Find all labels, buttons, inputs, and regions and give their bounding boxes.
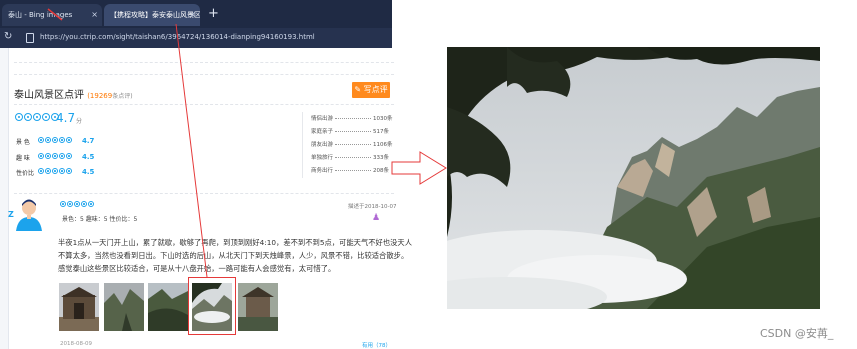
- review-photo-thumbnail[interactable]: [238, 283, 278, 331]
- lock-icon[interactable]: [26, 33, 34, 43]
- rating-bubble-icon: [45, 168, 51, 174]
- rating-bubble-icon: [38, 153, 44, 159]
- rating-bubble-icon: [38, 137, 44, 143]
- rating-bubble-icon: [88, 201, 94, 207]
- review-section-title: 泰山风景区点评 (19269条点评): [14, 86, 133, 101]
- sub-score-value: 4.5: [82, 168, 95, 176]
- tab-bing-images[interactable]: 泰山 - Bing images ×: [2, 4, 102, 26]
- sub-score-bubbles: [38, 137, 72, 143]
- stat-row[interactable]: 情侣出游 1030条: [311, 114, 393, 122]
- rating-bubble-icon: [52, 137, 58, 143]
- overall-score: 4.7: [56, 111, 76, 125]
- title-text: 泰山风景区点评: [14, 90, 84, 101]
- pencil-icon: ✎: [354, 85, 362, 94]
- sub-score-label: 性价比: [16, 170, 35, 177]
- review-photo-thumbnail[interactable]: [104, 283, 144, 331]
- review-sub-scores: 景色：5 趣味：5 性价比：5: [62, 216, 138, 223]
- user-level-icon: Z: [8, 210, 14, 219]
- stat-label: 情侣出游: [311, 116, 334, 122]
- rating-bubble-icon: [24, 113, 32, 121]
- overall-score-unit: 分: [76, 118, 83, 125]
- sub-score-bubbles: [38, 153, 72, 159]
- stat-value: 517条: [373, 129, 390, 135]
- overall-rating-bubbles: [15, 113, 59, 121]
- rating-bubble-icon: [15, 113, 23, 121]
- divider: [14, 193, 394, 194]
- rating-bubble-icon: [52, 153, 58, 159]
- tab-ctrip-active[interactable]: 【携程攻略】泰安泰山风景区景 ×: [104, 4, 200, 26]
- stat-value: 208条: [373, 168, 390, 174]
- sub-score-value: 4.5: [82, 153, 95, 161]
- rating-bubble-icon: [59, 168, 65, 174]
- url-input[interactable]: https://you.ctrip.com/sight/taishan6/396…: [40, 33, 380, 41]
- write-review-button[interactable]: ✎ 写点评: [352, 82, 390, 98]
- review-photo-thumbnail[interactable]: [59, 283, 99, 331]
- sub-score-label: 景 色: [16, 139, 30, 146]
- stat-value: 1106条: [373, 142, 393, 148]
- divider: [14, 74, 394, 75]
- sub-score-bubbles: [38, 168, 72, 174]
- review-rating-bubbles: [60, 201, 94, 207]
- travel-type-stats: 情侣出游 1030条 家庭亲子 517条 朋友出游 1106条 单独旅行 333条 商务…: [302, 112, 393, 178]
- stat-label: 朋友出游: [311, 142, 334, 148]
- rating-bubble-icon: [42, 113, 50, 121]
- review-text-line: 不算太多，当然也没看到日出。下山时选的后山，从北天门下到天烛峰景，人少，风景不错…: [58, 251, 409, 260]
- rating-bubble-icon: [38, 168, 44, 174]
- right-arrow-icon: [391, 151, 447, 185]
- review-photo-thumbnail[interactable]: [148, 283, 188, 331]
- divider: [14, 62, 394, 63]
- stat-row[interactable]: 单独旅行 333条: [311, 153, 389, 161]
- rating-bubble-icon: [59, 153, 65, 159]
- useful-button[interactable]: 有用（78）: [362, 341, 391, 349]
- watermark: CSDN @安苒_: [760, 327, 834, 340]
- rating-bubble-icon: [59, 137, 65, 143]
- stat-row[interactable]: 朋友出游 1106条: [311, 140, 393, 148]
- stat-row[interactable]: 商务出行 208条: [311, 166, 389, 174]
- tab-label: 【携程攻略】泰安泰山风景区景: [110, 11, 200, 19]
- rating-bubble-icon: [74, 201, 80, 207]
- browser-tab-bar: 泰山 - Bing images × 【携程攻略】泰安泰山风景区景 × +: [0, 0, 392, 28]
- review-date-label: 描述于2018-10-07: [348, 204, 397, 210]
- close-tab-icon[interactable]: ×: [189, 4, 196, 26]
- review-text-line: 感觉泰山这些景区比较适合，可是从十八盘开始，一路可能有人会感觉有，太可惜了。: [58, 264, 336, 273]
- stat-value: 1030条: [373, 116, 393, 122]
- sub-score-label: 趣 味: [16, 155, 30, 162]
- stat-row[interactable]: 家庭亲子 517条: [311, 127, 389, 135]
- page-left-strip: [0, 48, 9, 349]
- rating-bubble-icon: [67, 201, 73, 207]
- stat-label: 家庭亲子: [311, 129, 334, 135]
- close-tab-icon[interactable]: ×: [91, 4, 98, 26]
- review-count: (19269: [87, 92, 113, 100]
- stat-label: 商务出行: [311, 168, 334, 174]
- review-text-line: 半夜1点从一天门开上山，累了就歇，歇够了再爬，到顶到刚好4:10，差不到不到5点…: [58, 238, 413, 247]
- rating-bubble-icon: [45, 137, 51, 143]
- new-tab-icon[interactable]: +: [208, 6, 219, 21]
- divider: [14, 104, 394, 105]
- stat-value: 333条: [373, 155, 390, 161]
- avatar[interactable]: [14, 197, 44, 231]
- reload-icon[interactable]: ↻: [4, 31, 12, 42]
- rating-bubble-icon: [52, 168, 58, 174]
- review-count-unit: 条点评): [112, 93, 133, 100]
- rating-bubble-icon: [66, 168, 72, 174]
- tab-label: 泰山 - Bing images: [8, 11, 73, 19]
- rating-bubble-icon: [60, 201, 66, 207]
- rating-bubble-icon: [66, 153, 72, 159]
- review-footer-date: 2018-08-09: [60, 341, 92, 347]
- stat-label: 单独旅行: [311, 155, 334, 161]
- annotation-highlight-box: [188, 277, 236, 335]
- sub-score-value: 4.7: [82, 137, 95, 145]
- rating-bubble-icon: [45, 153, 51, 159]
- rating-bubble-icon: [81, 201, 87, 207]
- write-review-label: 写点评: [363, 85, 388, 94]
- mountain-photo: [447, 47, 820, 309]
- traveler-type-icon: ♟: [372, 213, 381, 223]
- rating-bubble-icon: [66, 137, 72, 143]
- rating-bubble-icon: [33, 113, 41, 121]
